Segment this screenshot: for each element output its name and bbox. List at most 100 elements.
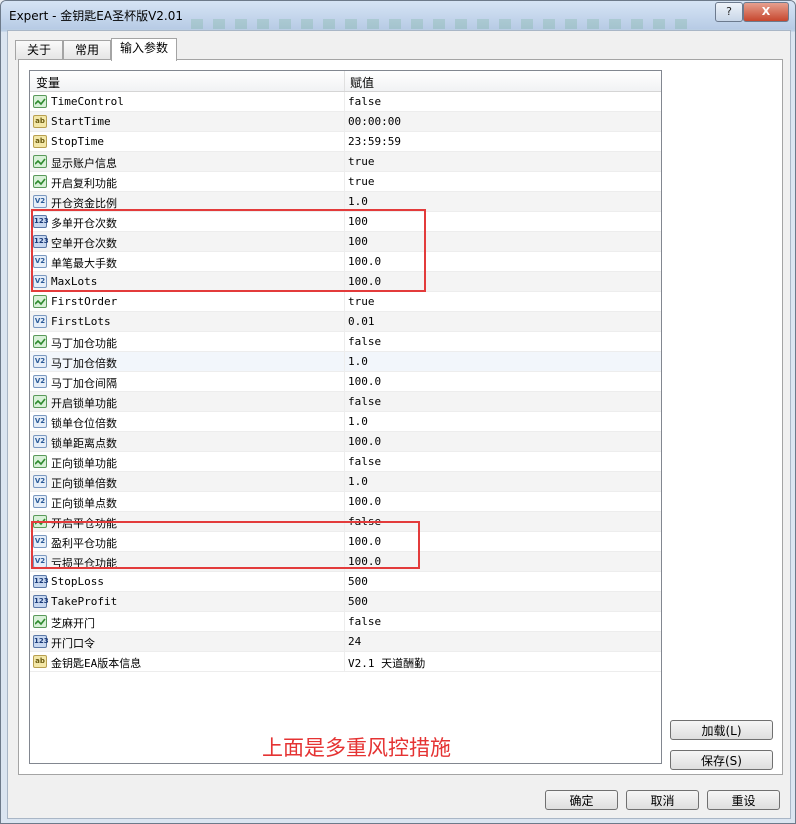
inputs-panel: 变量 赋值 TimeControl false ab StartTime 00:00:0… — [18, 59, 783, 775]
parameter-value[interactable]: 100.0 — [348, 495, 381, 508]
annotation-text: 上面是多重风控措施 — [262, 736, 451, 760]
parameter-name: 开门口令 — [51, 637, 95, 650]
parameter-name: 金钥匙EA版本信息 — [51, 657, 142, 670]
parameter-row[interactable]: 显示账户信息 true — [30, 152, 661, 172]
parameter-row[interactable]: V2 锁单仓位倍数 1.0 — [30, 412, 661, 432]
cell-divider — [344, 292, 345, 311]
parameter-row[interactable]: V2 马丁加仓间隔 100.0 — [30, 372, 661, 392]
parameter-value[interactable]: 1.0 — [348, 415, 368, 428]
cell-divider — [344, 492, 345, 511]
integer-icon: 123 — [33, 635, 49, 648]
cell-divider — [344, 112, 345, 131]
double-icon: V2 — [33, 375, 47, 388]
parameter-name: 正向锁单功能 — [51, 457, 117, 470]
ok-button[interactable]: 确定 — [545, 790, 618, 810]
double-icon: V2 — [33, 435, 47, 448]
parameter-name: 马丁加仓功能 — [51, 337, 117, 350]
parameter-name: 芝麻开门 — [51, 617, 95, 630]
title-bar[interactable]: Expert - 金钥匙EA圣杯版V2.01 ? X — [1, 1, 795, 29]
cell-divider — [344, 352, 345, 371]
integer-icon: 123 — [33, 595, 49, 608]
parameter-value[interactable]: false — [348, 615, 381, 628]
parameter-row[interactable]: 开启锁单功能 false — [30, 392, 661, 412]
bool-icon — [33, 455, 47, 468]
cell-divider — [344, 612, 345, 631]
double-icon: V2 — [33, 355, 47, 368]
parameter-value[interactable]: 23:59:59 — [348, 135, 401, 148]
double-icon: V2 — [33, 495, 47, 508]
parameter-row[interactable]: 开启复利功能 true — [30, 172, 661, 192]
parameter-row[interactable]: ab StopTime 23:59:59 — [30, 132, 661, 152]
column-divider[interactable] — [344, 71, 345, 91]
cell-divider — [344, 332, 345, 351]
cell-divider — [344, 452, 345, 471]
background-toolbar — [191, 19, 691, 29]
parameter-row[interactable]: 123 TakeProfit 500 — [30, 592, 661, 612]
cell-divider — [344, 312, 345, 331]
parameter-row[interactable]: ab 金钥匙EA版本信息 V2.1 天道酬勤 — [30, 652, 661, 672]
parameter-value[interactable]: false — [348, 395, 381, 408]
parameter-value[interactable]: 100.0 — [348, 435, 381, 448]
cell-divider — [344, 472, 345, 491]
double-icon: V2 — [33, 415, 47, 428]
parameter-value[interactable]: 00:00:00 — [348, 115, 401, 128]
cell-divider — [344, 92, 345, 111]
load-button[interactable]: 加载(L) — [670, 720, 773, 740]
string-icon: ab — [33, 135, 47, 148]
reset-button[interactable]: 重设 — [707, 790, 780, 810]
parameter-value[interactable]: true — [348, 295, 375, 308]
parameter-name: 开启锁单功能 — [51, 397, 117, 410]
parameter-value[interactable]: 100.0 — [348, 375, 381, 388]
cancel-button[interactable]: 取消 — [626, 790, 699, 810]
parameter-value[interactable]: 1.0 — [348, 475, 368, 488]
parameter-row[interactable]: 正向锁单功能 false — [30, 452, 661, 472]
column-header-variable[interactable]: 变量 — [36, 74, 60, 91]
grid-header: 变量 赋值 — [30, 71, 661, 92]
parameter-row[interactable]: V2 锁单距离点数 100.0 — [30, 432, 661, 452]
parameter-value[interactable]: 0.01 — [348, 315, 375, 328]
highlight-box-close-functions — [31, 521, 420, 569]
cell-divider — [344, 652, 345, 671]
parameter-value[interactable]: 24 — [348, 635, 361, 648]
parameter-row[interactable]: V2 正向锁单倍数 1.0 — [30, 472, 661, 492]
tab-common[interactable]: 常用 — [63, 40, 111, 60]
parameter-value[interactable]: false — [348, 455, 381, 468]
parameter-value[interactable]: 1.0 — [348, 355, 368, 368]
parameter-row[interactable]: 马丁加仓功能 false — [30, 332, 661, 352]
integer-icon: 123 — [33, 575, 49, 588]
parameter-row[interactable]: 123 StopLoss 500 — [30, 572, 661, 592]
parameter-value[interactable]: 500 — [348, 575, 368, 588]
parameter-row[interactable]: V2 马丁加仓倍数 1.0 — [30, 352, 661, 372]
tab-about[interactable]: 关于 — [15, 40, 63, 60]
parameter-value[interactable]: false — [348, 95, 381, 108]
bool-icon — [33, 95, 47, 108]
parameter-value[interactable]: true — [348, 175, 375, 188]
bool-icon — [33, 335, 47, 348]
bool-icon — [33, 175, 47, 188]
parameters-grid[interactable]: 变量 赋值 TimeControl false ab StartTime 00:00:0… — [29, 70, 662, 764]
close-button[interactable]: X — [743, 2, 789, 22]
help-button[interactable]: ? — [715, 2, 743, 22]
save-button[interactable]: 保存(S) — [670, 750, 773, 770]
parameter-row[interactable]: ab StartTime 00:00:00 — [30, 112, 661, 132]
parameter-row[interactable]: TimeControl false — [30, 92, 661, 112]
parameter-row[interactable]: V2 FirstLots 0.01 — [30, 312, 661, 332]
tab-inputs[interactable]: 输入参数 — [111, 38, 177, 61]
parameter-name: 马丁加仓倍数 — [51, 357, 117, 370]
parameter-value[interactable]: 1.0 — [348, 195, 368, 208]
column-header-value[interactable]: 赋值 — [350, 74, 374, 91]
parameter-row[interactable]: 芝麻开门 false — [30, 612, 661, 632]
bool-icon — [33, 395, 47, 408]
parameter-value[interactable]: true — [348, 155, 375, 168]
cell-divider — [344, 412, 345, 431]
parameter-row[interactable]: FirstOrder true — [30, 292, 661, 312]
parameter-value[interactable]: 500 — [348, 595, 368, 608]
parameter-row[interactable]: 123 开门口令 24 — [30, 632, 661, 652]
parameter-name: TakeProfit — [51, 595, 118, 608]
parameter-name: StartTime — [51, 115, 111, 128]
window-title: Expert - 金钥匙EA圣杯版V2.01 — [9, 9, 184, 23]
expert-properties-window: Expert - 金钥匙EA圣杯版V2.01 ? X 关于 常用 输入参数 变量… — [0, 0, 796, 824]
parameter-value[interactable]: V2.1 天道酬勤 — [348, 655, 425, 671]
parameter-row[interactable]: V2 正向锁单点数 100.0 — [30, 492, 661, 512]
parameter-value[interactable]: false — [348, 335, 381, 348]
